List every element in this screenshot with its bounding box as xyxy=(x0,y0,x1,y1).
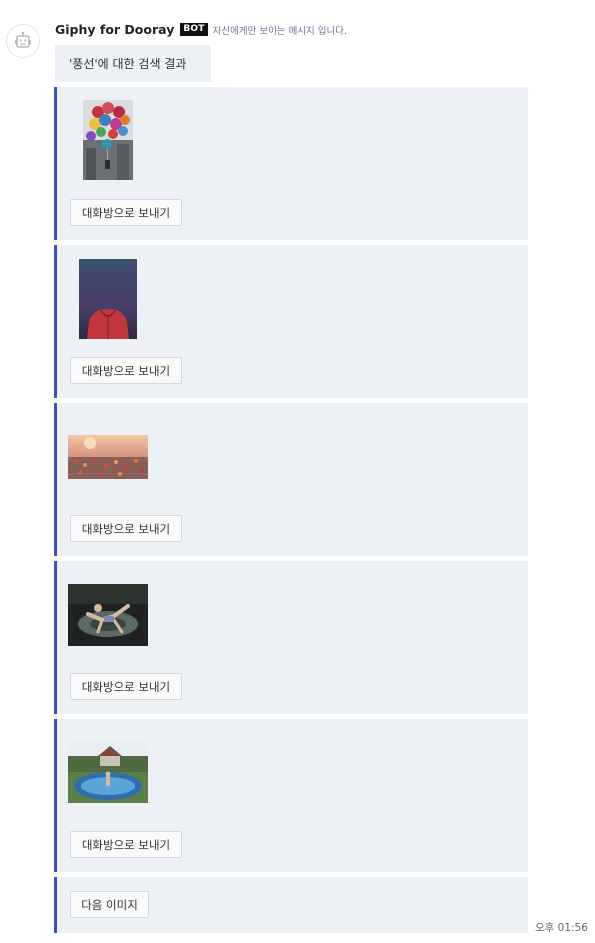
gif-image xyxy=(83,100,133,180)
balloons-over-city-gif xyxy=(83,100,133,180)
search-result-title-text: '풍선'에 대한 검색 결과 xyxy=(69,57,187,71)
send-to-chat-button[interactable]: 대화방으로 보내기 xyxy=(70,199,182,226)
search-result-title: '풍선'에 대한 검색 결과 xyxy=(55,45,211,82)
visibility-note: 자신에게만 보이는 메시지 입니다. xyxy=(212,25,348,37)
chat-message: Giphy for Dooray BOT 자신에게만 보이는 메시지 입니다. … xyxy=(0,0,595,943)
pool-in-yard-gif xyxy=(68,742,148,803)
gif-image xyxy=(79,259,137,339)
gif-result-card: 대화방으로 보내기 xyxy=(54,403,528,556)
gif-image xyxy=(68,435,148,479)
message-header: Giphy for Dooray BOT 자신에게만 보이는 메시지 입니다. xyxy=(55,22,347,37)
next-images-button[interactable]: 다음 이미지 xyxy=(70,891,149,918)
gif-result-card: 대화방으로 보내기 xyxy=(54,245,528,398)
gif-result-card: 대화방으로 보내기 xyxy=(54,719,528,872)
sender-name[interactable]: Giphy for Dooray xyxy=(55,22,174,37)
robot-icon xyxy=(15,31,31,48)
bot-badge: BOT xyxy=(180,23,208,36)
send-to-chat-button[interactable]: 대화방으로 보내기 xyxy=(70,831,182,858)
message-timestamp: 오후 01:56 xyxy=(535,922,588,934)
gif-image xyxy=(68,584,148,646)
gif-result-card: 대화방으로 보내기 xyxy=(54,87,528,240)
pagination-card: 다음 이미지 xyxy=(54,877,528,933)
gif-result-card: 대화방으로 보내기 xyxy=(54,561,528,714)
balloons-over-crowd-gif xyxy=(68,435,148,479)
send-to-chat-button[interactable]: 대화방으로 보내기 xyxy=(70,515,182,542)
red-hoodie-gif xyxy=(79,259,137,339)
gif-image xyxy=(68,742,148,803)
bot-avatar[interactable] xyxy=(6,24,40,58)
send-to-chat-button[interactable]: 대화방으로 보내기 xyxy=(70,357,182,384)
send-to-chat-button[interactable]: 대화방으로 보내기 xyxy=(70,673,182,700)
person-on-inflatable-gif xyxy=(68,584,148,646)
